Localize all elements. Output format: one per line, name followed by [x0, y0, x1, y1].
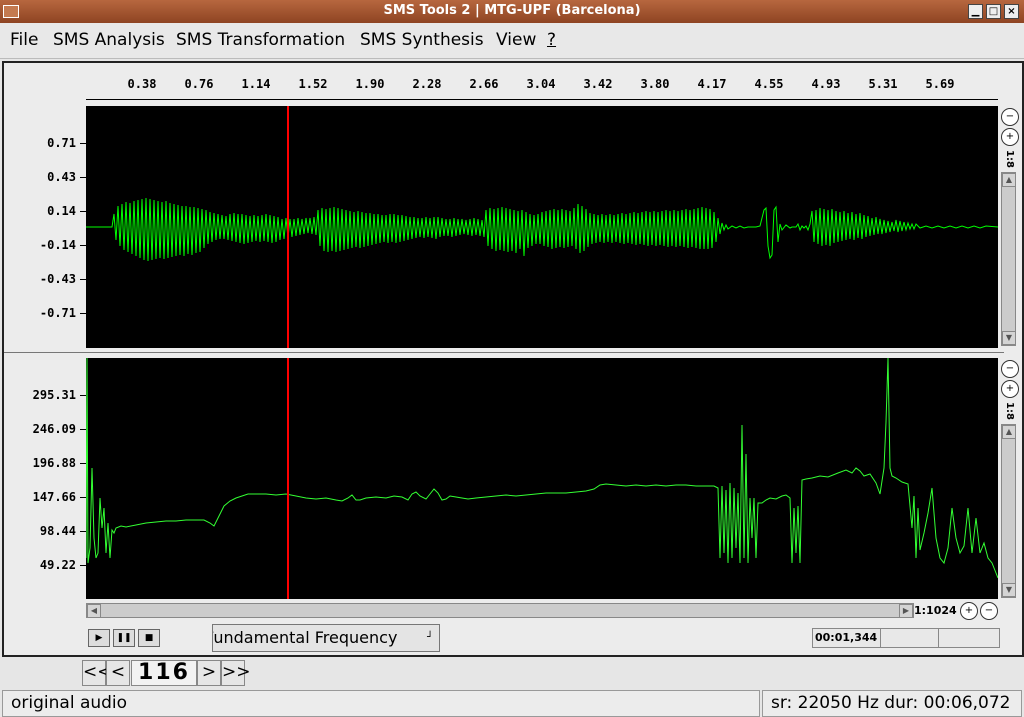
- scroll-right-icon[interactable]: ▶: [899, 604, 913, 618]
- selection-end-field: [938, 628, 1000, 648]
- amplitude-tick: 0.71: [47, 136, 76, 150]
- frequency-tick: 196.88: [32, 456, 76, 470]
- time-axis: 0.38 0.76 1.14 1.52 1.90 2.28 2.66 3.04 …: [86, 77, 998, 101]
- last-frame-button[interactable]: >>: [221, 660, 251, 686]
- menu-sms-synthesis[interactable]: SMS Synthesis: [360, 30, 484, 50]
- time-tick: 0.76: [184, 77, 214, 91]
- next-frame-button[interactable]: >: [197, 660, 221, 686]
- first-frame-button[interactable]: <<: [82, 660, 112, 686]
- time-hscroll[interactable]: ◀ ▶: [86, 603, 914, 618]
- pitch-zoom-ratio: 1:8: [1004, 402, 1015, 420]
- status-left: original audio: [2, 690, 760, 717]
- time-tick: 3.04: [526, 77, 556, 91]
- menu-sms-transformation[interactable]: SMS Transformation: [176, 30, 345, 50]
- chevron-down-icon: ┘: [426, 632, 433, 643]
- menu-help[interactable]: ?: [547, 30, 556, 50]
- frame-number-input[interactable]: 116: [131, 660, 197, 686]
- scroll-down-icon[interactable]: ▼: [1002, 331, 1016, 345]
- waveform-graph: [86, 197, 999, 262]
- zoom-in-icon[interactable]: +: [960, 602, 978, 620]
- scroll-left-icon[interactable]: ◀: [87, 604, 101, 618]
- time-tick: 5.31: [868, 77, 898, 91]
- frequency-tick: 49.22: [39, 558, 76, 572]
- frequency-tick: 98.44: [39, 524, 76, 538]
- pitch-trace: [85, 357, 999, 579]
- cursor-time-field: 00:01,344: [812, 628, 882, 648]
- zoom-out-icon[interactable]: −: [1001, 360, 1019, 378]
- menu-bar: File SMS Analysis SMS Transformation SMS…: [0, 23, 1024, 59]
- time-tick: 0.38: [127, 77, 157, 91]
- amplitude-tick: -0.14: [39, 238, 76, 252]
- status-right: sr: 22050 Hz dur: 00:06,072: [762, 690, 1022, 717]
- pitch-plot[interactable]: [85, 357, 999, 599]
- panel-splitter[interactable]: [4, 352, 1004, 353]
- amplitude-tick: 0.14: [47, 204, 76, 218]
- window-title: SMS Tools 2 | MTG-UPF (Barcelona): [383, 3, 641, 18]
- zoom-in-icon[interactable]: +: [1001, 380, 1019, 398]
- time-tick: 3.42: [583, 77, 613, 91]
- waveform-y-axis: 0.71 0.43 0.14 -0.14 -0.43 -0.71: [2, 106, 86, 348]
- menu-sms-analysis[interactable]: SMS Analysis: [53, 30, 165, 50]
- prev-frame-button[interactable]: <: [106, 660, 130, 686]
- time-tick: 1.90: [355, 77, 385, 91]
- waveform-plot[interactable]: [86, 106, 999, 348]
- title-bar: SMS Tools 2 | MTG-UPF (Barcelona) ▁ □ ×: [0, 0, 1024, 23]
- frequency-tick: 246.09: [32, 422, 76, 436]
- pitch-vscroll[interactable]: ▲ ▼: [1001, 424, 1016, 598]
- time-tick: 2.28: [412, 77, 442, 91]
- view-select-value: Fundamental Frequency: [212, 628, 398, 647]
- maximize-button[interactable]: □: [986, 4, 1001, 19]
- play-button[interactable]: ▶: [88, 629, 110, 647]
- time-axis-line: [86, 99, 998, 100]
- time-tick: 4.93: [811, 77, 841, 91]
- pitch-graph: [85, 357, 999, 579]
- scroll-up-icon[interactable]: ▲: [1002, 425, 1016, 439]
- frequency-tick: 295.31: [32, 388, 76, 402]
- zoom-out-icon[interactable]: −: [980, 602, 998, 620]
- pitch-y-axis: 295.31 246.09 196.88 147.66 98.44 49.22: [2, 358, 86, 599]
- stop-button[interactable]: ■: [138, 629, 160, 647]
- frequency-tick: 147.66: [32, 490, 76, 504]
- waveform-vscroll[interactable]: ▲ ▼: [1001, 172, 1016, 346]
- waveform-cursor[interactable]: [287, 106, 289, 348]
- time-zoom-ratio: 1:1024: [914, 604, 957, 617]
- pause-button[interactable]: ❚❚: [113, 629, 135, 647]
- waveform-trace: [86, 197, 999, 262]
- time-tick: 4.17: [697, 77, 727, 91]
- time-tick: 1.14: [241, 77, 271, 91]
- time-tick: 1.52: [298, 77, 328, 91]
- amplitude-tick: -0.43: [39, 272, 76, 286]
- minimize-button[interactable]: ▁: [968, 4, 983, 19]
- waveform-zoom-ratio: 1:8: [1004, 150, 1015, 168]
- zoom-out-icon[interactable]: −: [1001, 108, 1019, 126]
- time-tick: 5.69: [925, 77, 955, 91]
- time-tick: 2.66: [469, 77, 499, 91]
- time-tick: 4.55: [754, 77, 784, 91]
- time-tick: 3.80: [640, 77, 670, 91]
- amplitude-tick: -0.71: [39, 306, 76, 320]
- zoom-in-icon[interactable]: +: [1001, 128, 1019, 146]
- menu-file[interactable]: File: [10, 30, 38, 50]
- view-select[interactable]: Fundamental Frequency ┘: [212, 624, 440, 652]
- close-button[interactable]: ×: [1004, 4, 1019, 19]
- pitch-cursor[interactable]: [287, 358, 289, 599]
- selection-start-field: [880, 628, 940, 648]
- amplitude-tick: 0.43: [47, 170, 76, 184]
- menu-view[interactable]: View: [496, 30, 536, 50]
- scroll-up-icon[interactable]: ▲: [1002, 173, 1016, 187]
- scroll-down-icon[interactable]: ▼: [1002, 583, 1016, 597]
